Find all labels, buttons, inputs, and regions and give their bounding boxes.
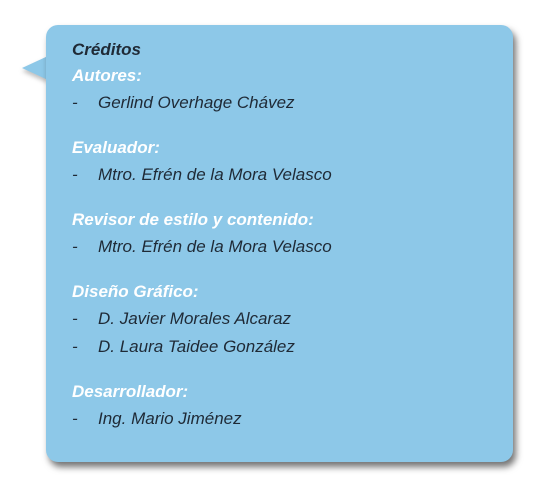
list-item: - Ing. Mario Jiménez <box>72 405 513 433</box>
section-heading: Diseño Gráfico: <box>72 282 199 301</box>
credits-title: Créditos <box>72 40 141 59</box>
section-heading: Revisor de estilo y contenido: <box>72 210 314 229</box>
section-autores: Autores: - Gerlind Overhage Chávez <box>72 62 513 117</box>
section-heading: Desarrollador: <box>72 382 189 401</box>
credit-name: Mtro. Efrén de la Mora Velasco <box>98 237 332 256</box>
section-heading: Evaluador: <box>72 138 160 157</box>
credit-name: D. Laura Taidee González <box>98 337 295 356</box>
section-heading: Autores: <box>72 66 142 85</box>
bullet-dash: - <box>72 409 78 428</box>
list-item: - Mtro. Efrén de la Mora Velasco <box>72 161 513 189</box>
section-evaluador: Evaluador: - Mtro. Efrén de la Mora Vela… <box>72 134 513 189</box>
bullet-dash: - <box>72 93 78 112</box>
list-item: - Mtro. Efrén de la Mora Velasco <box>72 233 513 261</box>
list-item: - Gerlind Overhage Chávez <box>72 89 513 117</box>
credit-name: Mtro. Efrén de la Mora Velasco <box>98 165 332 184</box>
bullet-dash: - <box>72 309 78 328</box>
credit-name: D. Javier Morales Alcaraz <box>98 309 292 328</box>
bullet-dash: - <box>72 237 78 256</box>
bullet-dash: - <box>72 165 78 184</box>
list-item: - D. Laura Taidee González <box>72 333 513 361</box>
credit-name: Ing. Mario Jiménez <box>98 409 242 428</box>
credits-panel: Créditos Autores: - Gerlind Overhage Chá… <box>0 0 553 503</box>
section-desarrollador: Desarrollador: - Ing. Mario Jiménez <box>72 378 513 433</box>
section-revisor: Revisor de estilo y contenido: - Mtro. E… <box>72 206 513 261</box>
list-item: - D. Javier Morales Alcaraz <box>72 305 513 333</box>
speech-bubble-pointer <box>22 56 48 80</box>
bullet-dash: - <box>72 337 78 356</box>
credits-bubble: Créditos Autores: - Gerlind Overhage Chá… <box>46 25 513 462</box>
credit-name: Gerlind Overhage Chávez <box>98 93 295 112</box>
section-diseno-grafico: Diseño Gráfico: - D. Javier Morales Alca… <box>72 278 513 361</box>
